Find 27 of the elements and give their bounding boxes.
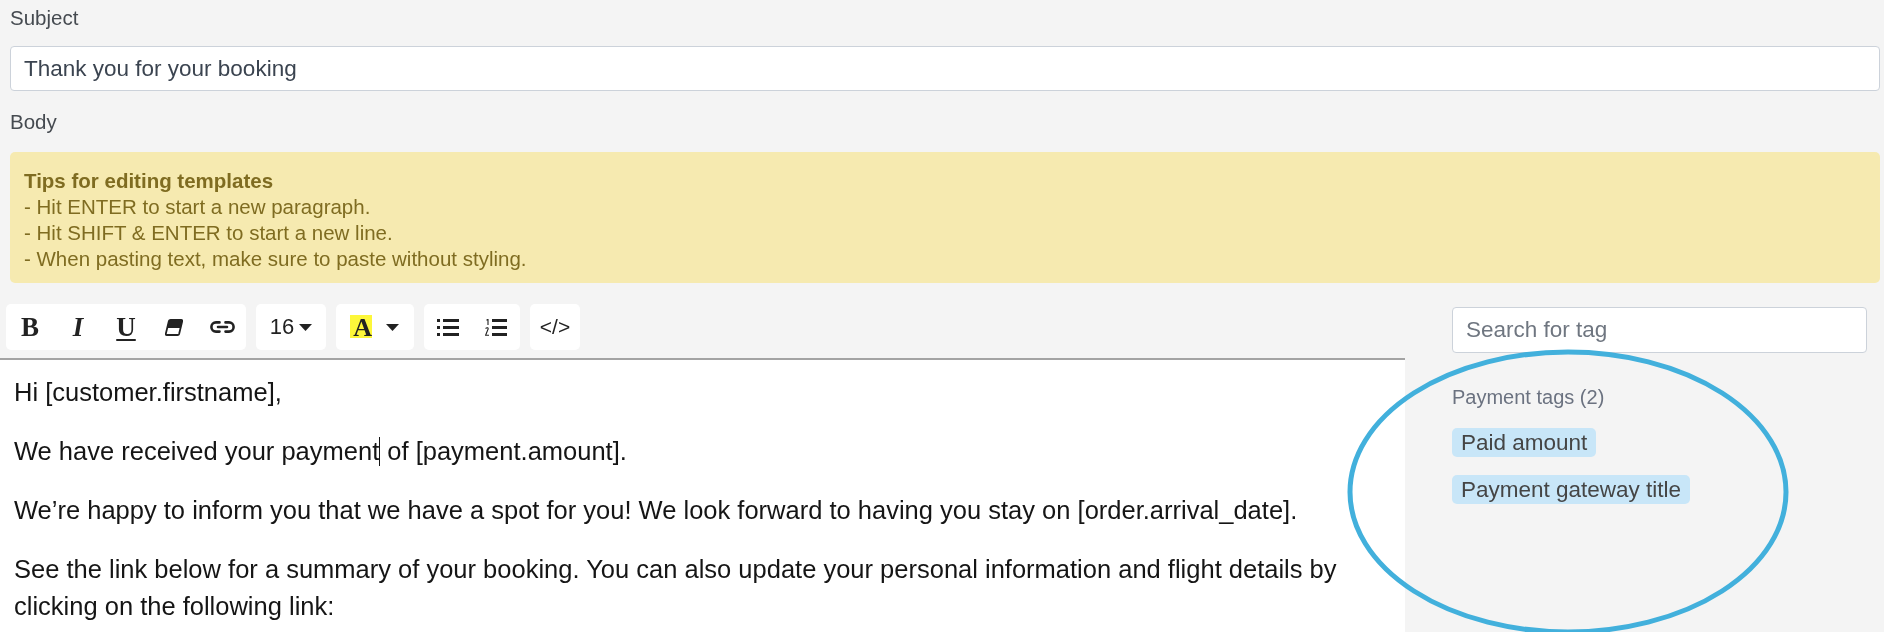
tag-group-title: Payment tags (2) xyxy=(1452,386,1606,408)
body-paragraph: We’re happy to inform you that we have a spot for you! We look forward to having you stay on [order.arrival_date]. xyxy=(14,495,1299,526)
body-paragraph: See the link below for a summary of your booking. You can also update your personal information and flight details by clicking on the following link: xyxy=(14,554,1338,622)
bullet-list-icon xyxy=(437,318,459,336)
search-field[interactable]: Search for tag xyxy=(1452,307,1867,353)
numbered-list-icon xyxy=(485,318,507,336)
tip-line: - Hit ENTER to start a new paragraph. xyxy=(24,194,372,220)
italic-button[interactable]: I xyxy=(54,304,102,350)
editor-area[interactable] xyxy=(0,358,1405,632)
tips-title: Tips for editing templates xyxy=(24,168,275,194)
body-paragraph: We have received your payment of [payment.amount]. xyxy=(14,436,628,468)
tag-chip[interactable]: Payment gateway title xyxy=(1452,475,1691,504)
tip-line: - When pasting text, make sure to paste without styling. xyxy=(24,246,528,272)
tip-line: - Hit SHIFT & ENTER to start a new line. xyxy=(24,220,394,246)
font-size-dropdown[interactable]: 16 xyxy=(256,304,326,350)
eraser-icon xyxy=(165,318,183,336)
field-label: Subject xyxy=(10,6,80,30)
body-paragraph: Hi [customer.firstname], xyxy=(14,377,283,408)
tag-chip[interactable]: Paid amount xyxy=(1452,428,1597,457)
caret-icon xyxy=(386,323,399,331)
subject-field[interactable]: Thank you for your booking xyxy=(10,46,1880,91)
field-label: Body xyxy=(10,110,58,134)
link-icon xyxy=(209,321,235,333)
caret-icon xyxy=(299,323,313,331)
underline-button[interactable]: U xyxy=(102,304,150,350)
code-view-button[interactable]: </> xyxy=(530,304,580,350)
bold-button[interactable]: B xyxy=(6,304,54,350)
